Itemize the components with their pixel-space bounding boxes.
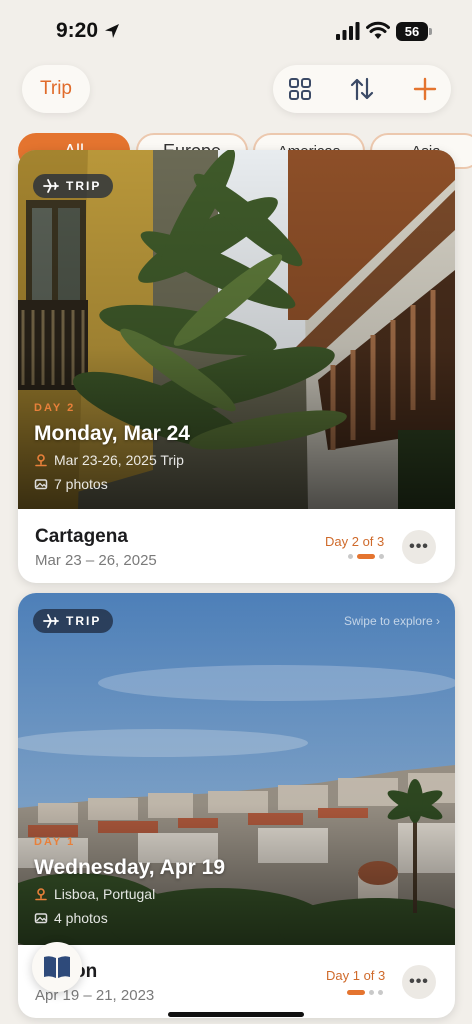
day-counter: Day 2 of 3 (325, 534, 385, 549)
wifi-icon (366, 21, 390, 39)
pager-dot (348, 554, 353, 559)
photos-icon (34, 479, 48, 490)
swipe-hint-text: Swipe to explore (343, 614, 433, 628)
trip-card-cartagena[interactable]: TRIP DAY 2 Monday, Mar 24 Mar 23-26, 202… (18, 150, 455, 583)
location-meta: Lisboa, Portugal (34, 886, 155, 902)
pager-dot (369, 990, 374, 995)
day-title: Monday, Mar 24 (34, 422, 190, 445)
pager-dot (378, 990, 383, 995)
header-actions (273, 65, 451, 113)
battery-level: 56 (396, 22, 428, 41)
home-indicator (168, 1012, 304, 1017)
photos-meta: 7 photos (34, 476, 108, 492)
status-time: 9:20 (56, 19, 99, 42)
trip-badge: TRIP (33, 609, 114, 633)
more-button[interactable]: ••• (402, 530, 436, 564)
photos-icon (34, 913, 48, 924)
day-counter: Day 1 of 3 (326, 968, 386, 983)
trip-button[interactable]: Trip (22, 65, 90, 113)
airplane-icon (43, 179, 59, 193)
signal-icon (336, 22, 360, 40)
location-arrow-icon (105, 24, 119, 38)
grid-view-button[interactable] (275, 65, 325, 113)
journal-button[interactable] (32, 942, 82, 992)
add-button[interactable] (400, 65, 450, 113)
photos-count: 4 photos (54, 910, 108, 926)
ellipsis-icon: ••• (409, 538, 429, 555)
trip-range-meta: Mar 23-26, 2025 Trip (34, 452, 184, 468)
day-pager-dots[interactable] (348, 554, 384, 559)
trip-range-text: Mar 23-26, 2025 Trip (54, 452, 184, 468)
add-icon (413, 77, 437, 101)
sort-icon (350, 77, 374, 101)
swipe-hint: Swipe to explore › (344, 614, 440, 628)
more-button[interactable]: ••• (402, 965, 436, 999)
trip-badge-label: TRIP (66, 614, 102, 628)
location-text: Lisboa, Portugal (54, 886, 156, 902)
day-label: DAY 2 (34, 402, 76, 414)
sort-button[interactable] (337, 65, 387, 113)
trip-card-lisbon[interactable]: TRIP Swipe to explore › DAY 1 Wednesday,… (18, 593, 455, 1018)
pager-dot (379, 554, 384, 559)
trip-badge-label: TRIP (66, 179, 102, 193)
book-icon (44, 956, 70, 978)
trip-name: Cartagena (35, 526, 128, 547)
day-title: Wednesday, Apr 19 (34, 856, 226, 879)
battery-icon: 56 (396, 22, 432, 41)
ellipsis-icon: ••• (409, 973, 429, 990)
photos-meta: 4 photos (34, 910, 108, 926)
chevron-right-icon: › (436, 614, 440, 628)
photos-count: 7 photos (54, 476, 108, 492)
pager-dot-active (357, 554, 375, 559)
day-label: DAY 1 (34, 836, 76, 848)
trip-badge: TRIP (33, 174, 114, 198)
grid-view-icon (289, 78, 311, 100)
pin-icon (35, 888, 47, 901)
pager-dot-active (347, 990, 365, 995)
day-pager-dots[interactable] (347, 990, 383, 995)
airplane-icon (43, 614, 59, 628)
trip-dates: Mar 23 – 26, 2025 (35, 552, 157, 569)
status-bar: 9:20 56 (0, 0, 472, 60)
pin-icon (35, 454, 47, 467)
